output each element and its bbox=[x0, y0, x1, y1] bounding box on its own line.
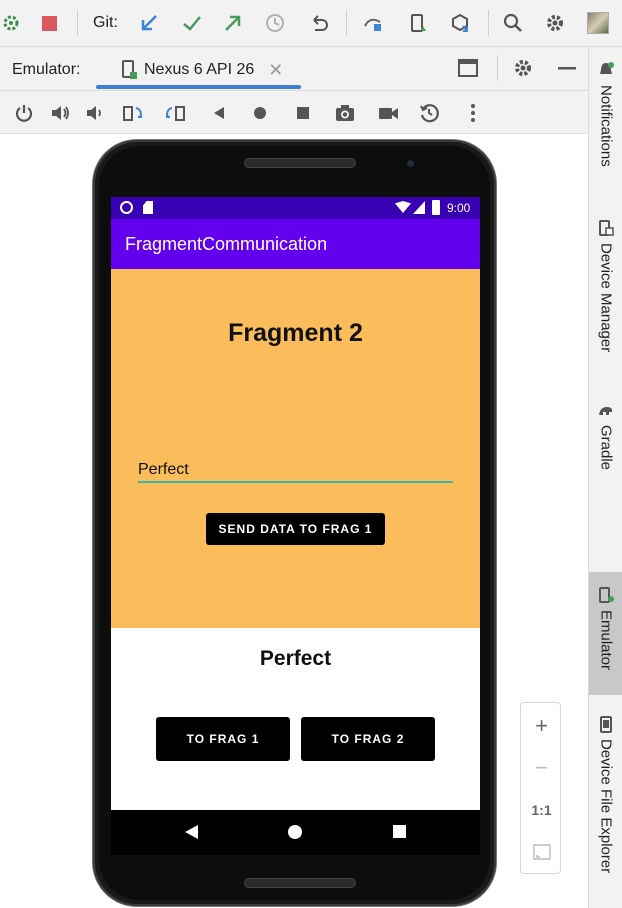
sidebar-item-emulator[interactable]: Emulator bbox=[589, 572, 622, 695]
fragment-2-container: Fragment 2 SEND DATA TO FRAG 1 bbox=[111, 269, 480, 628]
rotate-left-icon[interactable] bbox=[120, 100, 146, 126]
notification-circle-icon bbox=[120, 201, 133, 214]
ide-toolbar: Git: bbox=[0, 0, 622, 47]
rotate-right-icon[interactable] bbox=[162, 100, 188, 126]
rollback-icon[interactable] bbox=[306, 10, 332, 36]
sd-card-icon bbox=[143, 201, 153, 214]
device-file-icon bbox=[600, 716, 612, 733]
zoom-out-button[interactable]: − bbox=[521, 753, 562, 783]
window-layout-icon[interactable] bbox=[456, 56, 480, 80]
zoom-in-button[interactable]: + bbox=[521, 711, 562, 741]
git-commit-icon[interactable] bbox=[179, 10, 205, 36]
to-frag1-button[interactable]: TO FRAG 1 bbox=[156, 717, 290, 761]
fragment-2-title: Fragment 2 bbox=[228, 319, 363, 347]
emulator-label: Emulator: bbox=[12, 61, 81, 78]
app-title: FragmentCommunication bbox=[125, 234, 328, 254]
snapshot-icon[interactable] bbox=[416, 100, 442, 126]
sidebar-label-device-file-explorer: Device File Explorer bbox=[597, 739, 615, 874]
front-camera bbox=[407, 160, 414, 167]
close-icon[interactable]: ✕ bbox=[268, 60, 283, 81]
signal-icon bbox=[413, 201, 425, 214]
back-icon[interactable] bbox=[206, 100, 232, 126]
history-icon[interactable] bbox=[262, 10, 288, 36]
sidebar-item-device-file-explorer[interactable]: Device File Explorer bbox=[589, 715, 622, 873]
android-navbar bbox=[111, 810, 480, 855]
more-options-icon[interactable] bbox=[460, 100, 486, 126]
tab-nexus6[interactable]: Nexus 6 API 26 ✕ bbox=[120, 55, 283, 85]
emulator-icon bbox=[599, 587, 614, 603]
volume-down-icon[interactable] bbox=[82, 100, 108, 126]
git-update-icon[interactable] bbox=[136, 10, 162, 36]
to-frag2-button[interactable]: TO FRAG 2 bbox=[301, 717, 435, 761]
sidebar-label-gradle: Gradle bbox=[597, 425, 615, 471]
nav-overview-icon[interactable] bbox=[393, 825, 406, 838]
nav-home-icon[interactable] bbox=[288, 825, 302, 839]
right-tool-window-bar: Notifications Device Manager Gradle Emul… bbox=[588, 47, 622, 908]
sidebar-label-notifications: Notifications bbox=[597, 85, 615, 167]
message-input[interactable] bbox=[138, 457, 453, 483]
earpiece bbox=[244, 158, 356, 168]
device-manager-icon[interactable] bbox=[405, 10, 431, 36]
zoom-one-to-one-button[interactable]: 1:1 bbox=[521, 795, 562, 825]
screen-record-icon[interactable] bbox=[375, 100, 401, 126]
device-screen[interactable]: 9:00 FragmentCommunication Fragment 2 SE… bbox=[111, 197, 480, 810]
minimize-icon[interactable] bbox=[555, 56, 579, 80]
bell-icon bbox=[600, 62, 614, 74]
status-bar: 9:00 bbox=[111, 197, 480, 219]
volume-up-icon[interactable] bbox=[47, 100, 73, 126]
emulator-tab-bar: Emulator: Nexus 6 API 26 ✕ bbox=[0, 47, 588, 91]
sidebar-item-notifications[interactable]: Notifications bbox=[589, 61, 622, 167]
avatar[interactable] bbox=[587, 12, 609, 34]
home-icon[interactable] bbox=[247, 100, 273, 126]
message-input-wrapper bbox=[138, 457, 453, 485]
git-label: Git: bbox=[93, 14, 118, 31]
tab-active-indicator bbox=[96, 85, 301, 89]
app-bar: FragmentCommunication bbox=[111, 219, 480, 269]
sidebar-item-gradle[interactable]: Gradle bbox=[589, 401, 622, 470]
sidebar-label-device-manager: Device Manager bbox=[597, 243, 615, 353]
build-icon[interactable] bbox=[0, 10, 26, 36]
sidebar-item-device-manager[interactable]: Device Manager bbox=[589, 219, 622, 352]
screenshot-icon[interactable] bbox=[332, 100, 358, 126]
nav-back-icon[interactable] bbox=[185, 825, 198, 839]
fit-screen-icon[interactable] bbox=[521, 837, 562, 867]
power-icon[interactable] bbox=[11, 100, 37, 126]
input-underline bbox=[138, 481, 453, 483]
send-data-button[interactable]: SEND DATA TO FRAG 1 bbox=[206, 513, 385, 545]
battery-icon bbox=[432, 200, 440, 215]
status-time: 9:00 bbox=[447, 201, 471, 215]
gradle-icon bbox=[599, 407, 613, 415]
bottom-speaker bbox=[244, 878, 356, 888]
wifi-icon bbox=[395, 201, 411, 213]
fragment-1-received-text: Perfect bbox=[259, 647, 332, 670]
device-manager-icon bbox=[599, 220, 614, 236]
device-mirror-icon[interactable] bbox=[360, 10, 386, 36]
emulator-settings-icon[interactable] bbox=[511, 56, 535, 80]
stop-icon[interactable] bbox=[36, 10, 62, 36]
tab-label: Nexus 6 API 26 bbox=[144, 61, 255, 78]
search-icon[interactable] bbox=[500, 10, 526, 36]
sidebar-label-emulator: Emulator bbox=[597, 610, 615, 671]
emulator-controls bbox=[0, 92, 588, 134]
zoom-panel: + − 1:1 bbox=[520, 702, 561, 874]
device-icon bbox=[120, 60, 138, 80]
sdk-manager-icon[interactable] bbox=[447, 10, 473, 36]
settings-icon[interactable] bbox=[542, 10, 568, 36]
overview-icon[interactable] bbox=[290, 100, 316, 126]
git-push-icon[interactable] bbox=[220, 10, 246, 36]
